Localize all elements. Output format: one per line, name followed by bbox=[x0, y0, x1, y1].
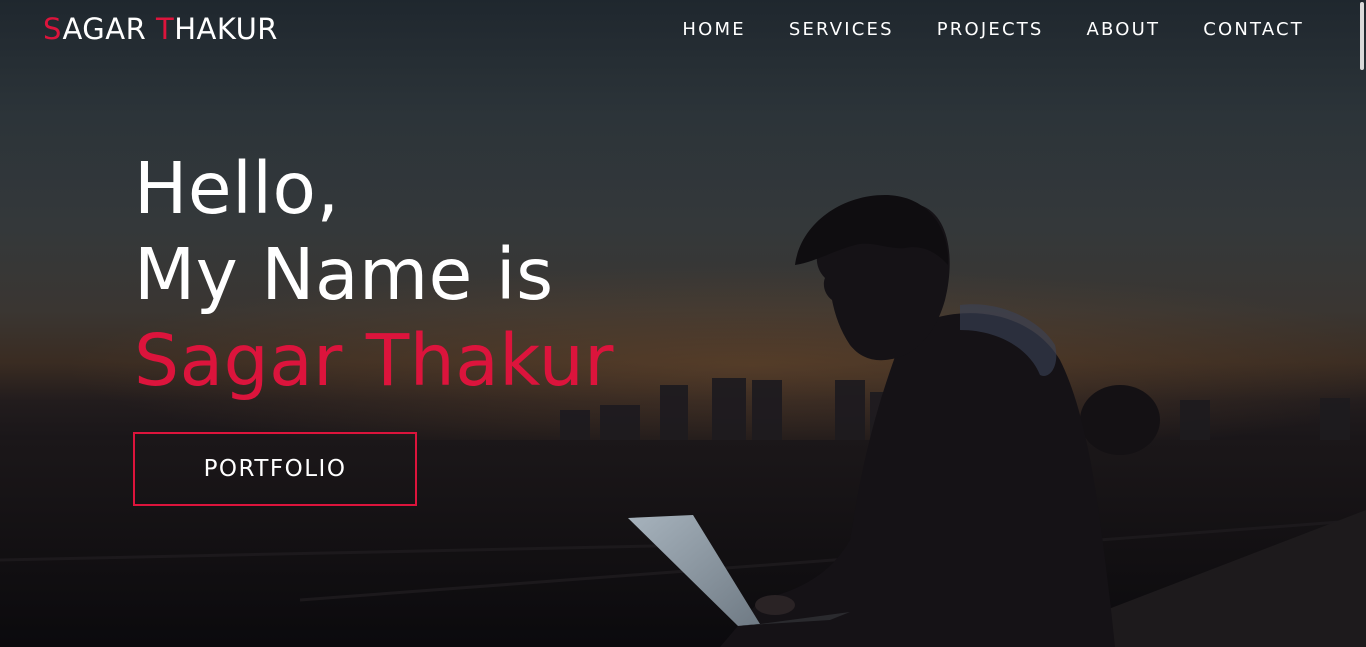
nav-link-about[interactable]: ABOUT bbox=[1087, 19, 1161, 40]
brand-first-rest: AGAR bbox=[62, 12, 156, 46]
scrollbar-thumb[interactable] bbox=[1360, 2, 1364, 70]
main-nav: HOME SERVICES PROJECTS ABOUT CONTACT bbox=[682, 19, 1304, 40]
hero-section: SAGAR THAKUR HOME SERVICES PROJECTS ABOU… bbox=[0, 0, 1366, 647]
nav-link-contact[interactable]: CONTACT bbox=[1203, 19, 1304, 40]
hero-intro: My Name is bbox=[134, 233, 554, 316]
hero-name: Sagar Thakur bbox=[134, 319, 614, 402]
brand-first-initial: S bbox=[43, 12, 63, 46]
brand-last-initial: T bbox=[155, 12, 175, 46]
brand-logo[interactable]: SAGAR THAKUR bbox=[43, 12, 278, 46]
portfolio-button[interactable]: PORTFOLIO bbox=[133, 432, 417, 506]
brand-last-rest: HAKUR bbox=[174, 12, 278, 46]
navbar: SAGAR THAKUR HOME SERVICES PROJECTS ABOU… bbox=[0, 0, 1366, 60]
nav-link-services[interactable]: SERVICES bbox=[789, 19, 894, 40]
hero-greeting: Hello, bbox=[134, 147, 340, 230]
nav-link-home[interactable]: HOME bbox=[682, 19, 745, 40]
hero-headline: Hello, My Name is Sagar Thakur bbox=[134, 146, 614, 404]
nav-link-projects[interactable]: PROJECTS bbox=[937, 19, 1044, 40]
